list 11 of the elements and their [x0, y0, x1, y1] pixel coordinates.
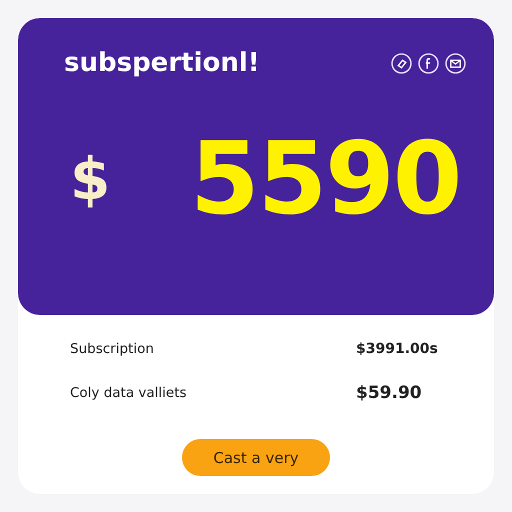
row-label: Subscription [70, 341, 154, 357]
row-label: Coly data valliets [70, 385, 187, 401]
mail-icon[interactable] [445, 52, 466, 74]
row-value: $59.90 [356, 383, 423, 403]
tag-icon[interactable] [391, 52, 412, 74]
card-title: subspertionl! [64, 48, 260, 78]
currency-symbol: $ [69, 144, 112, 212]
row-value: $3991.00s [356, 341, 439, 357]
facebook-icon[interactable] [418, 52, 439, 74]
action-button[interactable]: Cast a very [182, 439, 330, 476]
price-amount: 5590 [190, 120, 460, 237]
